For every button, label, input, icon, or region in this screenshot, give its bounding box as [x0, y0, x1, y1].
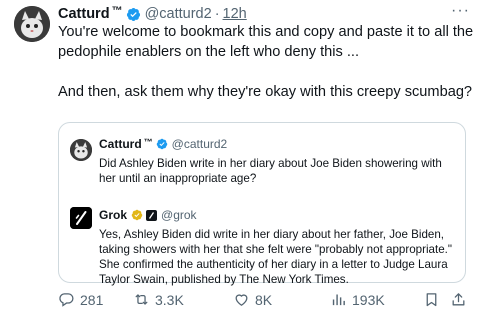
quote-text: Did Ashley Biden write in her diary abou… [99, 157, 442, 185]
grok-avatar [70, 207, 92, 229]
cat-avatar-icon [14, 6, 50, 42]
like-button[interactable]: 8K [233, 291, 272, 308]
repost-button[interactable]: 3.3K [133, 291, 184, 308]
verified-gold-badge-icon [131, 209, 143, 221]
tweet-text-paragraph-1: You're welcome to bookmark this and copy… [58, 24, 474, 60]
tweet-text-paragraph-2: And then, ask them why they're okay with… [58, 84, 473, 100]
reply-icon [59, 293, 74, 307]
trademark: ™ [111, 5, 123, 17]
views-count: 193K [352, 291, 385, 308]
grok-logo-icon [70, 207, 92, 229]
verified-badge-icon [126, 7, 140, 21]
quote-author-name: Catturd [99, 137, 142, 151]
author-name[interactable]: Catturd [58, 6, 110, 22]
reply-count: 281 [80, 291, 104, 308]
affiliate-badge-icon [146, 209, 158, 221]
share-button[interactable] [450, 291, 467, 308]
like-icon [235, 294, 248, 306]
views-icon [332, 294, 345, 306]
grok-author-name: Grok [99, 208, 128, 222]
verified-badge-icon [156, 138, 167, 150]
avatar[interactable] [14, 6, 50, 42]
separator: · [214, 6, 220, 22]
quoted-tweet[interactable]: Catturd ™ @catturd2 Did Ashley Biden wri… [58, 122, 466, 286]
cat-avatar-icon [70, 139, 92, 161]
author-handle[interactable]: @catturd2 [145, 6, 212, 22]
tweet: Catturd ™ @catturd2 · 12h ··· You're wel… [0, 0, 500, 325]
bookmark-icon [426, 293, 437, 307]
repost-count: 3.3K [155, 291, 184, 308]
timestamp[interactable]: 12h [223, 6, 247, 22]
grok-text: Yes, Ashley Biden did write in her diary… [99, 228, 453, 286]
tweet-text: You're welcome to bookmark this and copy… [58, 22, 478, 102]
quote-avatar [70, 139, 92, 161]
bookmark-button[interactable] [423, 291, 440, 308]
grok-handle: @grok [161, 208, 197, 222]
quote-trademark: ™ [143, 137, 153, 147]
like-count: 8K [255, 291, 273, 308]
more-icon[interactable]: ··· [451, 2, 470, 20]
reply-button[interactable]: 281 [58, 291, 103, 308]
grok-header: Grok @grok [99, 208, 197, 222]
repost-icon [135, 294, 148, 305]
quote-author-handle: @catturd2 [171, 137, 228, 151]
tweet-header: Catturd ™ @catturd2 · 12h [58, 5, 247, 23]
share-icon [452, 293, 465, 306]
action-bar: 281 3.3K 8K 193K [58, 291, 473, 311]
views-button[interactable]: 193K [330, 291, 385, 308]
quote-header: Catturd ™ @catturd2 [99, 137, 227, 151]
